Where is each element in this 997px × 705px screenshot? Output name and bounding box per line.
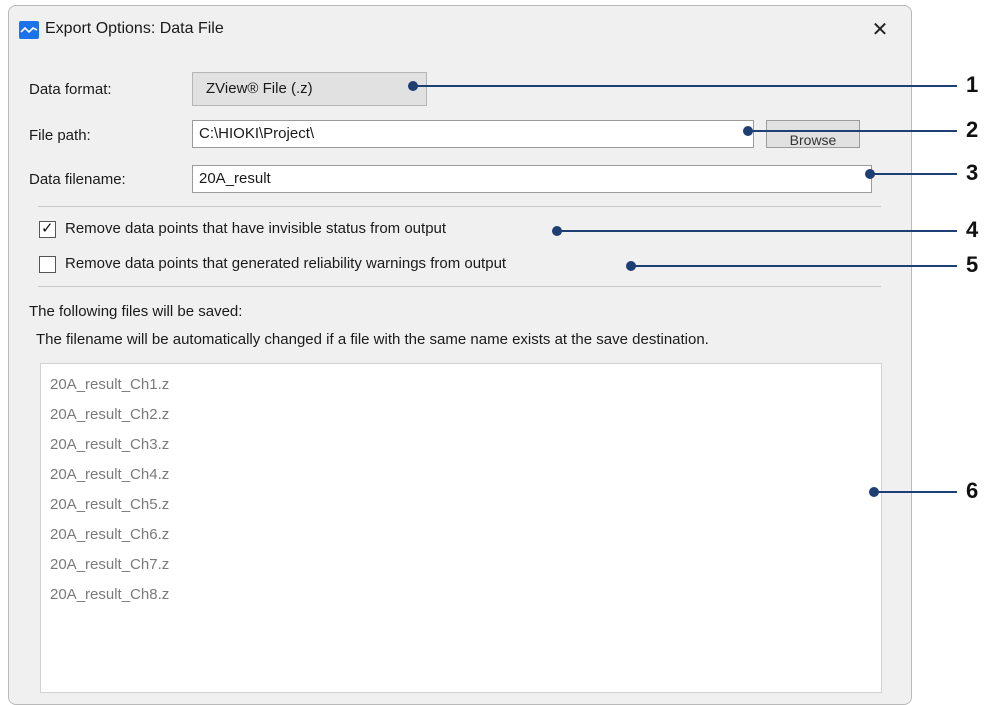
callout-dot-1 (408, 81, 418, 91)
browse-button-label: Browse (789, 132, 837, 148)
list-item: 20A_result_Ch5.z (50, 496, 170, 513)
callout-number-2: 2 (966, 117, 979, 142)
list-item: 20A_result_Ch1.z (50, 376, 170, 393)
callout-dot-2 (743, 126, 753, 136)
data-filename-input[interactable]: 20A_result (192, 165, 872, 193)
callout-line-1 (413, 85, 957, 87)
callout-line-2 (748, 130, 957, 132)
remove-warnings-label: Remove data points that generated reliab… (65, 255, 507, 272)
title-bar: Export Options: Data File ✕ (9, 6, 911, 54)
callout-line-4 (557, 230, 957, 232)
callout-number-6: 6 (966, 478, 979, 503)
remove-invisible-checkbox[interactable]: ✓ (39, 220, 56, 238)
list-item: 20A_result_Ch6.z (50, 526, 170, 543)
app-waveform-icon (19, 21, 39, 39)
checkmark-icon: ✓ (41, 220, 54, 237)
list-item: 20A_result_Ch2.z (50, 406, 170, 423)
callout-line-5 (631, 265, 957, 267)
callout-number-3: 3 (966, 160, 979, 185)
window-title: Export Options: Data File (45, 20, 224, 37)
divider (38, 286, 881, 287)
callout-number-1: 1 (966, 72, 979, 97)
callout-number-4: 4 (966, 217, 979, 242)
list-item: 20A_result_Ch7.z (50, 556, 170, 573)
export-options-dialog: Export Options: Data File ✕ Data format:… (8, 5, 912, 705)
data-format-label: Data format: (29, 81, 112, 98)
output-heading: The following files will be saved: (29, 303, 243, 320)
close-icon[interactable]: ✕ (863, 14, 897, 46)
remove-invisible-label: Remove data points that have invisible s… (65, 220, 447, 237)
data-format-dropdown[interactable]: ZView® File (.z) (192, 72, 427, 106)
list-item: 20A_result_Ch4.z (50, 466, 170, 483)
file-path-input[interactable]: C:\HIOKI\Project\ (192, 120, 754, 148)
file-list[interactable]: 20A_result_Ch1.z 20A_result_Ch2.z 20A_re… (40, 363, 882, 693)
output-note: The filename will be automatically chang… (36, 331, 709, 348)
list-item: 20A_result_Ch3.z (50, 436, 170, 453)
callout-dot-3 (865, 169, 875, 179)
callout-dot-5 (626, 261, 636, 271)
list-item: 20A_result_Ch8.z (50, 586, 170, 603)
callout-line-3 (870, 173, 957, 175)
callout-dot-6 (869, 487, 879, 497)
callout-line-6 (874, 491, 957, 493)
callout-dot-4 (552, 226, 562, 236)
callout-number-5: 5 (966, 252, 979, 277)
browse-button[interactable]: Browse (766, 120, 860, 148)
divider (38, 206, 881, 207)
data-filename-label: Data filename: (29, 171, 126, 188)
remove-warnings-checkbox[interactable] (39, 256, 56, 273)
file-path-label: File path: (29, 127, 91, 144)
